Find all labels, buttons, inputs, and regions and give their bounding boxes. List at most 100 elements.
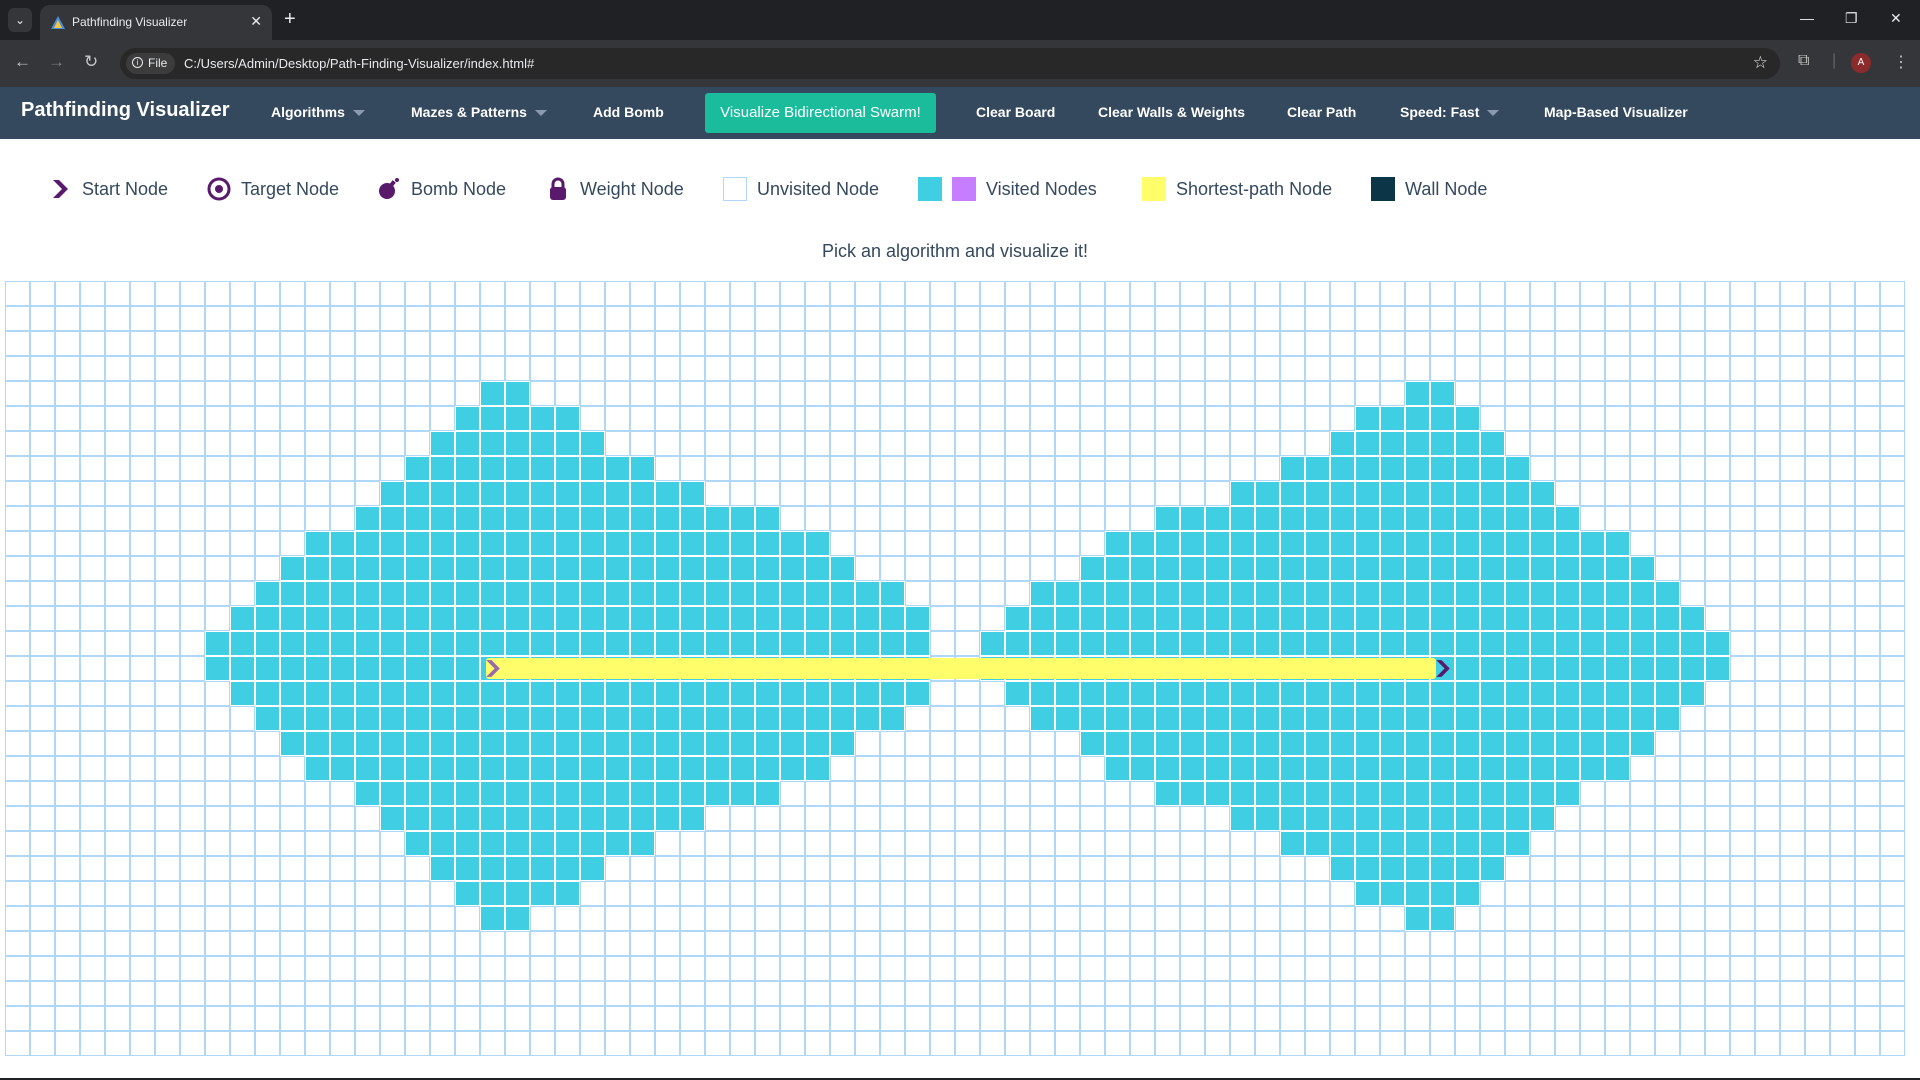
unvisited-node[interactable] bbox=[5, 481, 30, 506]
unvisited-node[interactable] bbox=[1080, 956, 1105, 981]
unvisited-node[interactable] bbox=[1705, 831, 1730, 856]
unvisited-node[interactable] bbox=[130, 831, 155, 856]
visited-node[interactable] bbox=[1330, 681, 1355, 706]
unvisited-node[interactable] bbox=[1155, 481, 1180, 506]
unvisited-node[interactable] bbox=[1580, 506, 1605, 531]
unvisited-node[interactable] bbox=[1605, 831, 1630, 856]
visited-node[interactable] bbox=[755, 731, 780, 756]
visited-node[interactable] bbox=[1130, 631, 1155, 656]
unvisited-node[interactable] bbox=[1805, 806, 1830, 831]
unvisited-node[interactable] bbox=[605, 431, 630, 456]
visited-node[interactable] bbox=[1430, 481, 1455, 506]
visited-node[interactable] bbox=[1505, 581, 1530, 606]
visited-node[interactable] bbox=[905, 681, 930, 706]
unvisited-node[interactable] bbox=[105, 831, 130, 856]
unvisited-node[interactable] bbox=[1180, 831, 1205, 856]
visited-node[interactable] bbox=[555, 531, 580, 556]
unvisited-node[interactable] bbox=[1180, 1031, 1205, 1056]
unvisited-node[interactable] bbox=[730, 281, 755, 306]
visited-node[interactable] bbox=[1555, 631, 1580, 656]
visited-node[interactable] bbox=[630, 781, 655, 806]
unvisited-node[interactable] bbox=[230, 1006, 255, 1031]
unvisited-node[interactable] bbox=[80, 606, 105, 631]
unvisited-node[interactable] bbox=[1805, 406, 1830, 431]
visited-node[interactable] bbox=[280, 681, 305, 706]
unvisited-node[interactable] bbox=[405, 356, 430, 381]
unvisited-node[interactable] bbox=[30, 1006, 55, 1031]
visited-node[interactable] bbox=[630, 831, 655, 856]
unvisited-node[interactable] bbox=[155, 781, 180, 806]
unvisited-node[interactable] bbox=[255, 531, 280, 556]
unvisited-node[interactable] bbox=[1005, 706, 1030, 731]
unvisited-node[interactable] bbox=[230, 906, 255, 931]
unvisited-node[interactable] bbox=[1755, 631, 1780, 656]
visited-node[interactable] bbox=[1305, 456, 1330, 481]
unvisited-node[interactable] bbox=[1005, 306, 1030, 331]
unvisited-node[interactable] bbox=[580, 381, 605, 406]
unvisited-node[interactable] bbox=[1105, 481, 1130, 506]
unvisited-node[interactable] bbox=[205, 806, 230, 831]
unvisited-node[interactable] bbox=[255, 906, 280, 931]
visited-node[interactable] bbox=[1155, 531, 1180, 556]
unvisited-node[interactable] bbox=[1630, 281, 1655, 306]
unvisited-node[interactable] bbox=[1580, 931, 1605, 956]
visited-node[interactable] bbox=[1330, 531, 1355, 556]
visited-node[interactable] bbox=[355, 531, 380, 556]
unvisited-node[interactable] bbox=[1655, 531, 1680, 556]
visited-node[interactable] bbox=[405, 831, 430, 856]
unvisited-node[interactable] bbox=[1655, 981, 1680, 1006]
visited-node[interactable] bbox=[655, 706, 680, 731]
unvisited-node[interactable] bbox=[880, 1006, 905, 1031]
visited-node[interactable] bbox=[1405, 681, 1430, 706]
visited-node[interactable] bbox=[1305, 631, 1330, 656]
unvisited-node[interactable] bbox=[55, 631, 80, 656]
unvisited-node[interactable] bbox=[205, 756, 230, 781]
visited-node[interactable] bbox=[1480, 806, 1505, 831]
unvisited-node[interactable] bbox=[555, 381, 580, 406]
unvisited-node[interactable] bbox=[1880, 656, 1905, 681]
unvisited-node[interactable] bbox=[1480, 1031, 1505, 1056]
visited-node[interactable] bbox=[1430, 856, 1455, 881]
visited-node[interactable] bbox=[1455, 806, 1480, 831]
visited-node[interactable] bbox=[1355, 681, 1380, 706]
unvisited-node[interactable] bbox=[1505, 406, 1530, 431]
unvisited-node[interactable] bbox=[30, 356, 55, 381]
unvisited-node[interactable] bbox=[855, 381, 880, 406]
unvisited-node[interactable] bbox=[1680, 781, 1705, 806]
unvisited-node[interactable] bbox=[880, 531, 905, 556]
unvisited-node[interactable] bbox=[680, 1031, 705, 1056]
unvisited-node[interactable] bbox=[1005, 856, 1030, 881]
visited-node[interactable] bbox=[1430, 406, 1455, 431]
visited-node[interactable] bbox=[1330, 581, 1355, 606]
unvisited-node[interactable] bbox=[630, 381, 655, 406]
unvisited-node[interactable] bbox=[1705, 431, 1730, 456]
unvisited-node[interactable] bbox=[905, 481, 930, 506]
forward-arrow-icon[interactable]: → bbox=[48, 52, 65, 72]
unvisited-node[interactable] bbox=[1705, 556, 1730, 581]
visited-node[interactable] bbox=[380, 531, 405, 556]
visited-node[interactable] bbox=[1405, 756, 1430, 781]
unvisited-node[interactable] bbox=[1630, 781, 1655, 806]
unvisited-node[interactable] bbox=[280, 331, 305, 356]
unvisited-node[interactable] bbox=[730, 981, 755, 1006]
unvisited-node[interactable] bbox=[1180, 431, 1205, 456]
visited-node[interactable] bbox=[305, 731, 330, 756]
unvisited-node[interactable] bbox=[305, 456, 330, 481]
visited-node[interactable] bbox=[1355, 581, 1380, 606]
visited-node[interactable] bbox=[555, 631, 580, 656]
visited-node[interactable] bbox=[1480, 706, 1505, 731]
unvisited-node[interactable] bbox=[155, 956, 180, 981]
unvisited-node[interactable] bbox=[755, 881, 780, 906]
visited-node[interactable] bbox=[705, 781, 730, 806]
visited-node[interactable] bbox=[1605, 631, 1630, 656]
unvisited-node[interactable] bbox=[80, 856, 105, 881]
unvisited-node[interactable] bbox=[255, 881, 280, 906]
unvisited-node[interactable] bbox=[1755, 931, 1780, 956]
unvisited-node[interactable] bbox=[80, 406, 105, 431]
unvisited-node[interactable] bbox=[855, 931, 880, 956]
unvisited-node[interactable] bbox=[130, 606, 155, 631]
unvisited-node[interactable] bbox=[930, 781, 955, 806]
unvisited-node[interactable] bbox=[355, 831, 380, 856]
unvisited-node[interactable] bbox=[980, 981, 1005, 1006]
unvisited-node[interactable] bbox=[330, 931, 355, 956]
